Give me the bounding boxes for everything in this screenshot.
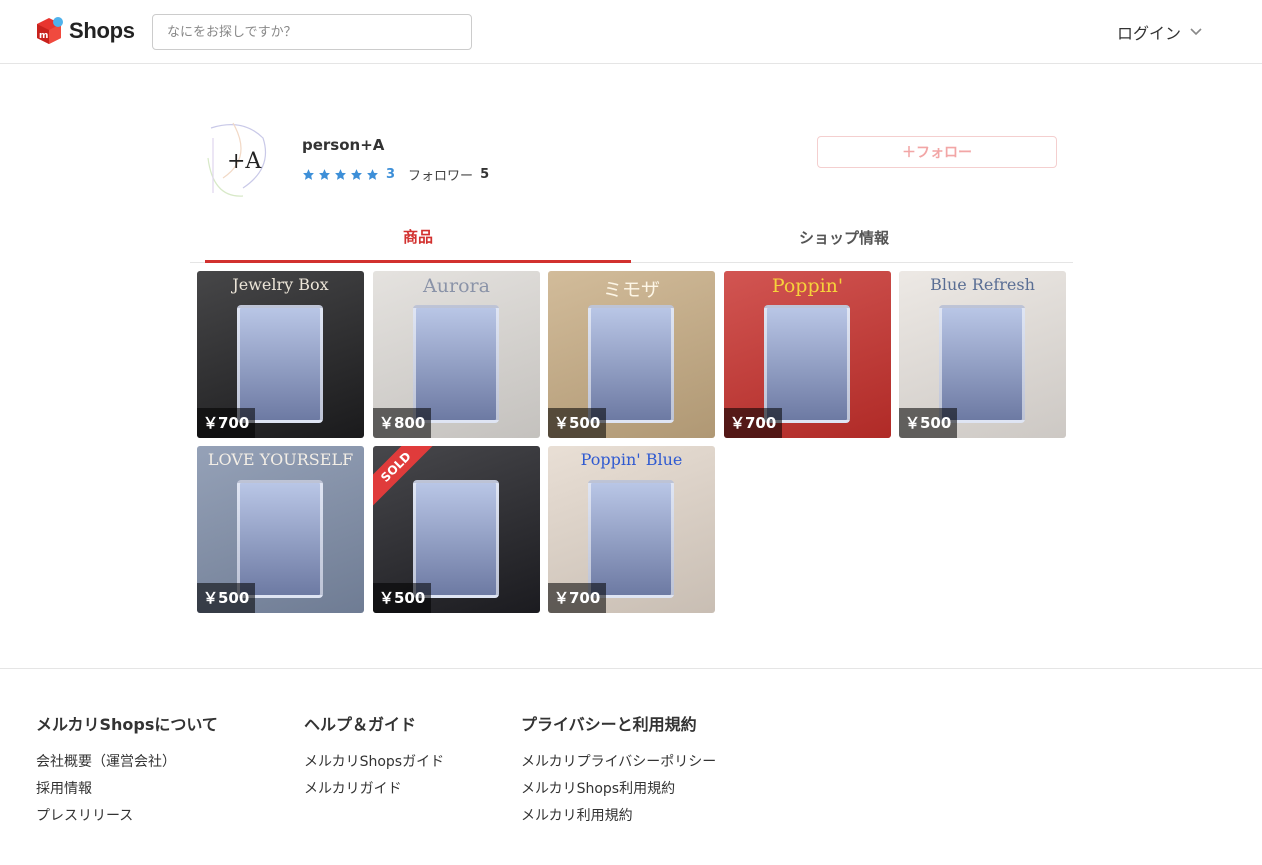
star-icon: [335, 169, 346, 180]
product-item[interactable]: LOVE YOURSELF ￥500: [197, 446, 364, 613]
product-price: ￥500: [197, 583, 256, 613]
product-price: ￥700: [724, 408, 783, 438]
footer-heading: プライバシーと利用規約: [521, 715, 697, 734]
product-title: Aurora: [423, 275, 490, 297]
footer-link[interactable]: 会社概要（運営会社）: [36, 753, 218, 771]
photocard: [939, 305, 1025, 423]
footer-column-help: ヘルプ＆ガイド メルカリShopsガイド メルカリガイド: [304, 711, 444, 807]
product-price: ￥800: [373, 408, 432, 438]
star-icon: [319, 169, 330, 180]
site-footer: メルカリShopsについて 会社概要（運営会社） 採用情報 プレスリリース ヘル…: [0, 668, 1262, 865]
photocard: [237, 305, 323, 423]
svg-text:m: m: [39, 31, 48, 41]
shops-logo[interactable]: m Shops: [35, 16, 135, 46]
site-header: m Shops ログイン: [0, 0, 1262, 64]
star-icon: [351, 169, 362, 180]
footer-link[interactable]: メルカリShopsガイド: [304, 753, 444, 771]
photocard: [588, 480, 674, 598]
product-title: Poppin' Blue: [580, 450, 683, 469]
follower-label: フォロワー: [408, 169, 474, 184]
product-price: ￥500: [373, 583, 432, 613]
star-icon: [367, 169, 378, 180]
follow-button[interactable]: ＋フォロー: [817, 136, 1057, 168]
footer-link[interactable]: メルカリ利用規約: [521, 807, 716, 825]
product-price: ￥500: [899, 408, 958, 438]
product-item[interactable]: Blue Refresh ￥500: [899, 271, 1066, 438]
product-title: Blue Refresh: [930, 275, 1035, 294]
footer-link[interactable]: メルカリプライバシーポリシー: [521, 753, 716, 771]
product-item[interactable]: ミモザ ￥500: [548, 271, 715, 438]
shop-avatar: +A: [203, 118, 273, 200]
logo-text: Shops: [69, 18, 135, 43]
product-item[interactable]: Aurora ￥800: [373, 271, 540, 438]
shop-tabs: 商品 ショップ情報: [190, 212, 1073, 263]
star-icon: [303, 169, 314, 180]
follower-count: 5: [480, 167, 490, 182]
footer-heading: メルカリShopsについて: [36, 715, 218, 734]
login-label: ログイン: [1117, 24, 1182, 43]
footer-link[interactable]: プレスリリース: [36, 807, 218, 825]
login-menu[interactable]: ログイン: [1117, 20, 1203, 44]
product-item[interactable]: Poppin' Blue ￥700: [548, 446, 715, 613]
photocard: [413, 480, 499, 598]
search-input[interactable]: [152, 14, 472, 50]
footer-column-about: メルカリShopsについて 会社概要（運営会社） 採用情報 プレスリリース: [36, 711, 218, 834]
avatar-text: +A: [227, 149, 262, 174]
photocard: [237, 480, 323, 598]
photocard: [588, 305, 674, 423]
footer-heading: ヘルプ＆ガイド: [304, 715, 417, 734]
tab-items[interactable]: 商品: [205, 212, 631, 263]
footer-link[interactable]: メルカリShops利用規約: [521, 780, 716, 798]
footer-link[interactable]: メルカリガイド: [304, 780, 444, 798]
product-price: ￥700: [548, 583, 607, 613]
footer-column-privacy: プライバシーと利用規約 メルカリプライバシーポリシー メルカリShops利用規約…: [521, 711, 716, 834]
rating-count: 3: [386, 167, 396, 182]
product-title: Poppin': [771, 275, 844, 297]
photocard: [413, 305, 499, 423]
product-title: Jewelry Box: [232, 275, 329, 294]
product-price: ￥700: [197, 408, 256, 438]
product-title: ミモザ: [602, 279, 660, 301]
product-item[interactable]: Poppin' ￥700: [724, 271, 891, 438]
product-title: LOVE YOURSELF: [207, 450, 354, 469]
shop-name: person+A: [302, 136, 385, 154]
mercari-cube-icon: m: [35, 16, 63, 46]
footer-link[interactable]: 採用情報: [36, 780, 218, 798]
chevron-down-icon: [1190, 28, 1202, 36]
photocard: [764, 305, 850, 423]
product-item[interactable]: Jewelry Box ￥700: [197, 271, 364, 438]
product-price: ￥500: [548, 408, 607, 438]
shop-rating[interactable]: 3 フォロワー 5: [302, 165, 489, 184]
product-item[interactable]: SOLD ￥500: [373, 446, 540, 613]
tab-shop-info[interactable]: ショップ情報: [631, 212, 1057, 263]
